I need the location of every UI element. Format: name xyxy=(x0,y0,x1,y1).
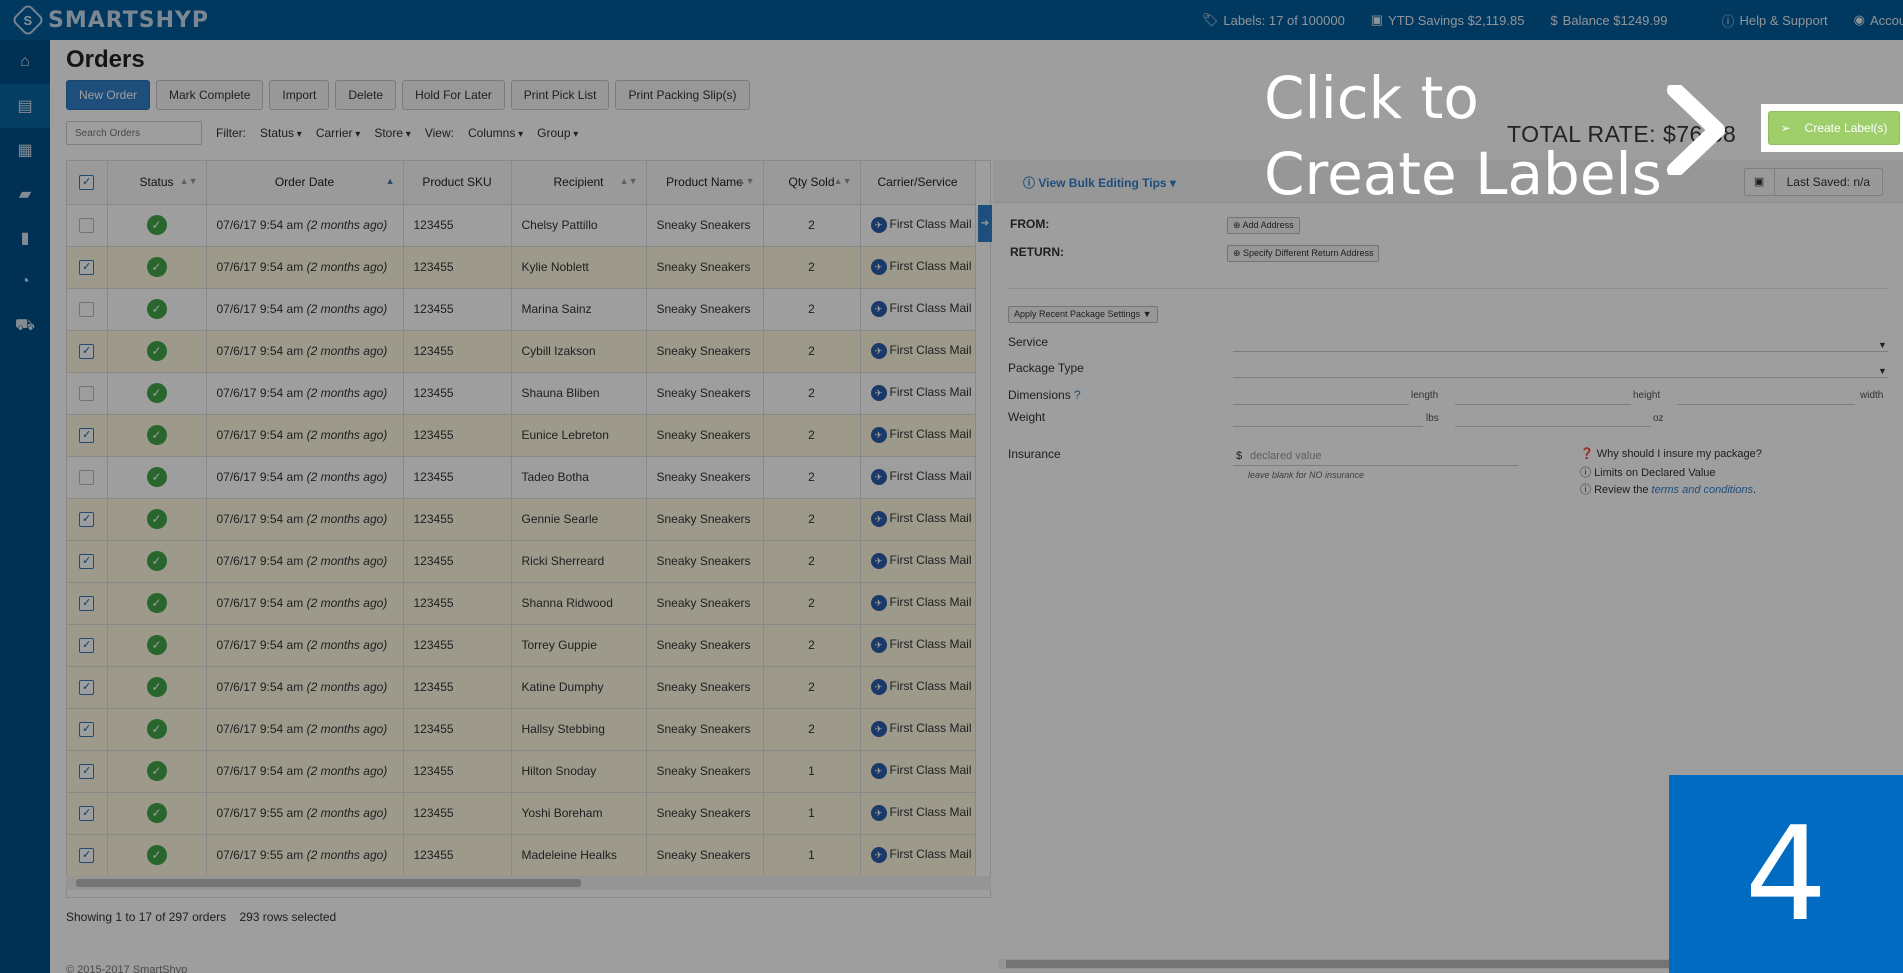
create-labels-button[interactable]: ➢ Create Label(s) xyxy=(1768,111,1900,145)
create-labels-text: Create Label(s) xyxy=(1804,121,1888,135)
chevron-right-icon xyxy=(1667,85,1725,175)
step-number-badge: 4 xyxy=(1669,775,1903,973)
callout-line-1: Click to xyxy=(1264,64,1479,132)
create-labels-highlight: ➢ Create Label(s) xyxy=(1761,104,1903,152)
callout-line-2: Create Labels xyxy=(1264,140,1662,208)
tutorial-callout: Click to Create Labels xyxy=(1264,60,1662,212)
paper-plane-icon: ➢ xyxy=(1780,121,1791,135)
